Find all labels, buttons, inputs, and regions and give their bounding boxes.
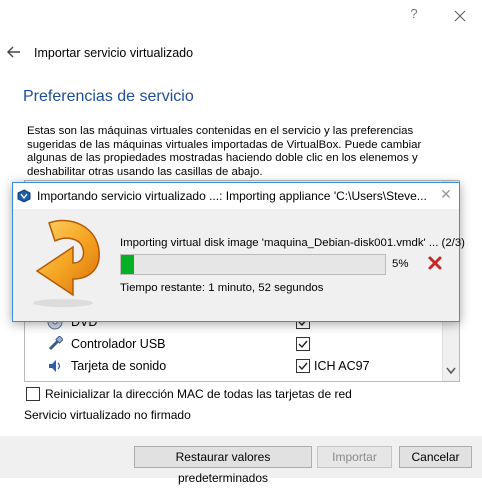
scroll-down-icon <box>446 367 456 375</box>
progress-percent: 5% <box>392 258 409 270</box>
operation-description: Importing virtual disk image 'maquina_De… <box>120 237 465 249</box>
tree-row-label: Tarjeta de sonido <box>71 359 167 373</box>
back-arrow-icon <box>7 46 20 58</box>
import-button[interactable]: Importar <box>317 446 392 468</box>
usb-controller-checkbox[interactable] <box>296 337 310 351</box>
checkmark-icon <box>298 340 308 349</box>
unsigned-appliance-notice: Servicio virtualizado no firmado <box>24 408 191 422</box>
dialog-close-button[interactable]: ✕ <box>437 186 455 204</box>
section-description: Estas son las máquinas virtuales conteni… <box>27 125 422 178</box>
import-progress-dialog: Importando servicio virtualizado ...: Im… <box>12 182 465 322</box>
wizard-title: Importar servicio virtualizado <box>34 46 194 60</box>
cancel-button[interactable]: Cancelar <box>399 446 472 468</box>
reset-mac-label[interactable]: Reinicializar la dirección MAC de todas … <box>45 387 352 401</box>
usb-icon <box>47 335 64 352</box>
help-button[interactable]: ? <box>403 6 425 24</box>
tree-row-sound-card[interactable]: Tarjeta de sonido ICH AC97 <box>25 355 443 377</box>
tree-row-label: Controlador USB <box>71 337 166 351</box>
sound-card-value[interactable]: ICH AC97 <box>314 359 370 373</box>
reset-mac-checkbox[interactable] <box>26 387 40 401</box>
tree-row-usb-controller[interactable]: Controlador USB <box>25 333 443 355</box>
virtualbox-icon <box>17 189 31 203</box>
checkmark-icon <box>298 362 308 371</box>
cancel-operation-button[interactable] <box>427 255 443 271</box>
cancel-x-icon <box>428 256 442 270</box>
sound-card-checkbox[interactable] <box>296 359 310 373</box>
import-progress-bar <box>120 254 386 275</box>
section-title: Preferencias de servicio <box>23 88 194 105</box>
close-icon <box>454 10 466 22</box>
import-arrow-icon <box>19 213 111 309</box>
back-button[interactable] <box>6 44 22 60</box>
restore-defaults-button[interactable]: Restaurar valores predeterminados <box>134 446 312 485</box>
dialog-titlebar: Importando servicio virtualizado ...: Im… <box>13 183 459 209</box>
dialog-title: Importando servicio virtualizado ...: Im… <box>37 189 427 203</box>
time-remaining: Tiempo restante: 1 minuto, 52 segundos <box>120 282 324 294</box>
close-window-button[interactable] <box>449 5 471 25</box>
progress-bar-fill <box>121 255 135 274</box>
sound-card-icon <box>47 358 63 374</box>
